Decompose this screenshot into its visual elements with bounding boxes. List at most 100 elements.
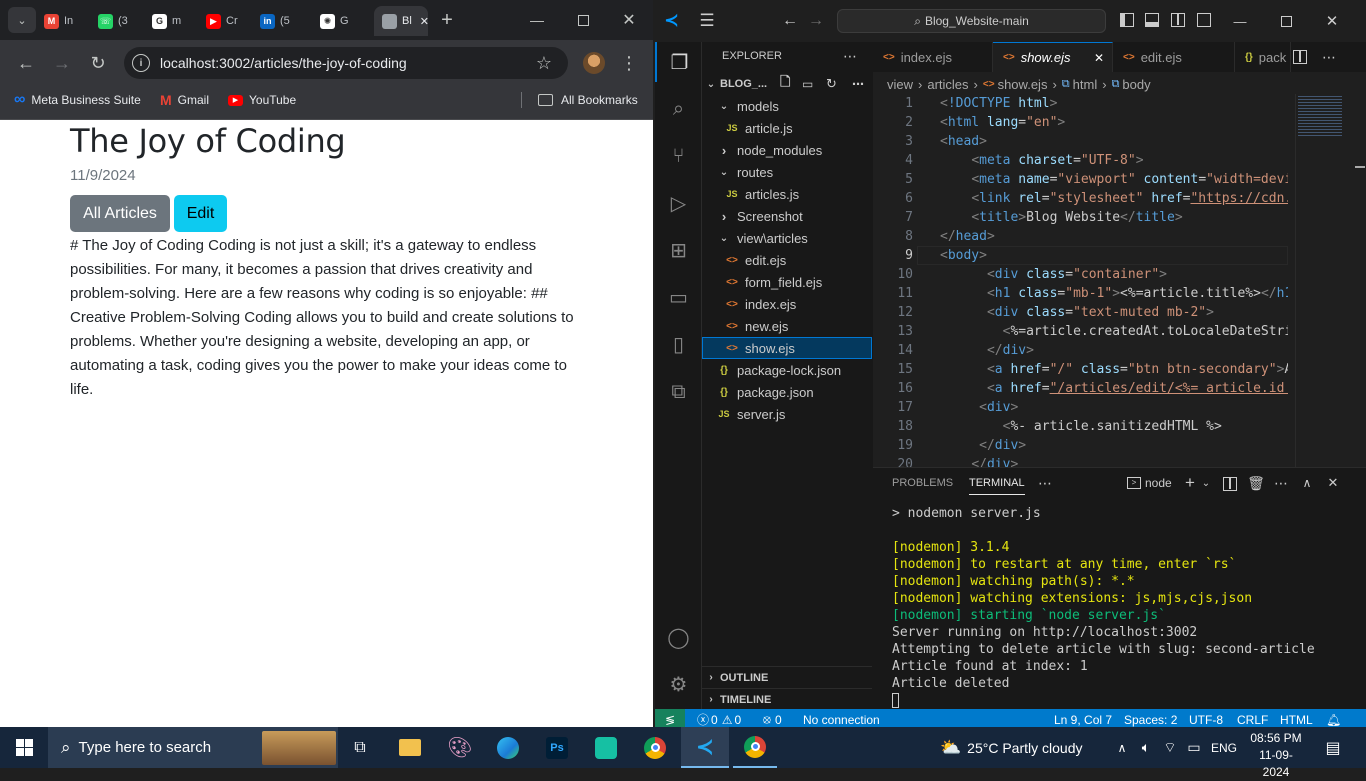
code-line[interactable]: <a href="/articles/edit/<%= article.id %… <box>940 381 1288 396</box>
close-button[interactable]: ✕ <box>614 6 644 34</box>
edge-icon[interactable] <box>488 727 528 768</box>
editor-more-icon[interactable]: ⋯ <box>1319 47 1339 67</box>
code-line[interactable]: <div> <box>940 400 1018 415</box>
browser-tab[interactable]: in (5 <box>260 6 306 36</box>
panel-tab-problems[interactable]: PROBLEMS <box>892 477 953 489</box>
photoshop-icon[interactable]: Ps <box>537 727 577 768</box>
network-icon[interactable]: ⌔ <box>1160 727 1180 768</box>
vs-close-button[interactable]: ✕ <box>1317 10 1347 32</box>
tree-item[interactable]: <> index.ejs <box>702 293 872 315</box>
panel-tab-terminal[interactable]: TERMINAL <box>969 477 1025 495</box>
search-highlight-image[interactable] <box>262 731 336 765</box>
customize-layout-icon[interactable] <box>1197 13 1211 27</box>
code-line[interactable]: <title>Blog Website</title> <box>940 210 1182 225</box>
editor-tab[interactable]: <> index.ejs <box>873 42 993 72</box>
editor-tab[interactable]: <> show.ejs ✕ <box>993 42 1113 72</box>
toggle-secondary-sidebar-icon[interactable] <box>1171 13 1185 27</box>
explorer-root[interactable]: ⌄ BLOG_... 🗋 ▭ ↻ ⋯ <box>702 73 872 95</box>
minimize-button[interactable]: — <box>522 6 552 34</box>
code-line[interactable]: <meta charset="UTF-8"> <box>940 153 1143 168</box>
tab-close-icon[interactable]: ✕ <box>420 15 428 28</box>
code-line[interactable]: <html lang="en"> <box>940 115 1065 130</box>
all-bookmarks[interactable]: All Bookmarks <box>538 86 638 114</box>
edit-button[interactable]: Edit <box>174 195 227 232</box>
breadcrumb-item[interactable]: show.ejs <box>998 77 1048 92</box>
new-folder-icon[interactable]: ▭ <box>802 77 813 91</box>
chrome-profile-icon[interactable] <box>733 727 777 768</box>
remote-explorer-icon[interactable]: ▭ <box>655 277 702 317</box>
tree-item[interactable]: JS server.js <box>702 403 872 425</box>
avatar[interactable] <box>583 52 605 74</box>
terminal-shell[interactable]: > node <box>1127 476 1172 490</box>
editor-tab[interactable]: {} pack <box>1235 42 1291 72</box>
weather-widget[interactable]: ⛅ 25°C Partly cloudy <box>940 727 1083 768</box>
bookmark-gmail[interactable]: M Gmail <box>160 86 209 114</box>
hamburger-menu-icon[interactable]: ☰ <box>695 10 719 32</box>
code-line[interactable]: <!DOCTYPE html> <box>940 96 1057 111</box>
back-icon[interactable]: ← <box>12 49 40 77</box>
browser-tab[interactable]: Bl ✕ <box>374 6 428 36</box>
store-app-icon[interactable] <box>586 727 626 768</box>
all-articles-button[interactable]: All Articles <box>70 195 170 232</box>
code-line[interactable]: <a href="/" class="btn btn-secondary">Al… <box>940 362 1288 377</box>
tree-item[interactable]: JS articles.js <box>702 183 872 205</box>
browser-tab[interactable]: ▶ Cr <box>206 6 252 36</box>
browser-tab[interactable]: ☏ (3 <box>98 6 144 36</box>
code-line[interactable]: <meta name="viewport" content="width=dev… <box>940 172 1288 187</box>
tree-item[interactable]: <> show.ejs <box>702 337 872 359</box>
chrome-icon[interactable] <box>635 727 675 768</box>
run-debug-icon[interactable]: ▷ <box>655 183 702 223</box>
start-button[interactable] <box>0 727 48 768</box>
browser-tab[interactable]: ✺ G <box>320 6 366 36</box>
refresh-icon[interactable]: ↻ <box>826 76 837 92</box>
code-line[interactable]: <body> <box>940 248 987 263</box>
code-view[interactable]: 1 2 3 4 5 6 7 8 9 10 11 12 13 14 15 16 17 18 19 20 <!DOCTYPE… <box>873 94 1288 467</box>
panel-more-icon[interactable]: ⋯ <box>1035 473 1055 493</box>
explorer-more-icon[interactable]: ⋯ <box>840 46 860 66</box>
tree-item[interactable]: <> new.ejs <box>702 315 872 337</box>
battery-icon[interactable]: ▭ <box>1184 727 1204 768</box>
terminal-more-icon[interactable]: ⋯ <box>1271 473 1291 493</box>
toggle-panel-icon[interactable] <box>1145 13 1159 27</box>
task-view-icon[interactable]: ⧉ <box>340 727 380 768</box>
breadcrumb-item[interactable]: body <box>1122 77 1150 92</box>
docker-icon[interactable]: ⧉ <box>655 372 702 412</box>
code-line[interactable]: <%- article.sanitizedHTML %> <box>940 419 1222 434</box>
bookmark-star-icon[interactable]: ☆ <box>532 51 556 75</box>
site-info-icon[interactable]: i <box>132 54 150 72</box>
notification-center-icon[interactable]: ▤ <box>1316 727 1350 768</box>
reload-icon[interactable]: ↻ <box>84 49 112 77</box>
nav-forward-icon[interactable]: → <box>805 10 827 32</box>
clock[interactable]: 08:56 PM 11-09-2024 <box>1246 730 1306 779</box>
show-hidden-icons[interactable]: ∧ <box>1112 727 1132 768</box>
source-control-icon[interactable]: ⑂ <box>655 136 702 176</box>
tree-item[interactable]: JS article.js <box>702 117 872 139</box>
volume-icon[interactable]: 🔈︎ <box>1136 727 1156 768</box>
tree-item[interactable]: {} package-lock.json <box>702 359 872 381</box>
code-line[interactable]: </head> <box>940 229 995 244</box>
extensions-icon[interactable]: ⊞ <box>655 230 702 270</box>
language-indicator[interactable]: ENG <box>1208 727 1240 768</box>
tree-item[interactable]: <> form_field.ejs <box>702 271 872 293</box>
new-file-icon[interactable]: 🗋 <box>780 73 790 95</box>
address-bar[interactable]: i localhost:3002/articles/the-joy-of-cod… <box>124 47 568 79</box>
tree-item[interactable]: {} package.json <box>702 381 872 403</box>
bookmark-meta[interactable]: ∞ Meta Business Suite <box>14 86 141 114</box>
breadcrumb-item[interactable]: view <box>887 77 913 92</box>
accounts-icon[interactable]: ◯ <box>655 617 702 657</box>
vs-minimize-button[interactable]: — <box>1225 10 1255 32</box>
forward-icon[interactable]: → <box>48 49 76 77</box>
tree-item[interactable]: <> edit.ejs <box>702 249 872 271</box>
tree-item[interactable]: ⌄ models <box>702 95 872 117</box>
nav-back-icon[interactable]: ← <box>779 10 801 32</box>
collapse-all-icon[interactable]: ⋯ <box>852 77 864 91</box>
tree-item[interactable]: › node_modules <box>702 139 872 161</box>
minimap[interactable] <box>1295 94 1355 467</box>
editor-tab[interactable]: <> edit.ejs <box>1113 42 1235 72</box>
tab-close-icon[interactable]: ✕ <box>1094 51 1104 65</box>
vscode-taskbar-icon[interactable]: ≺ <box>681 727 729 768</box>
maximize-button[interactable] <box>568 6 598 34</box>
toggle-sidebar-icon[interactable] <box>1120 13 1134 27</box>
tree-item[interactable]: ⌄ view\articles <box>702 227 872 249</box>
code-line[interactable]: <head> <box>940 134 987 149</box>
